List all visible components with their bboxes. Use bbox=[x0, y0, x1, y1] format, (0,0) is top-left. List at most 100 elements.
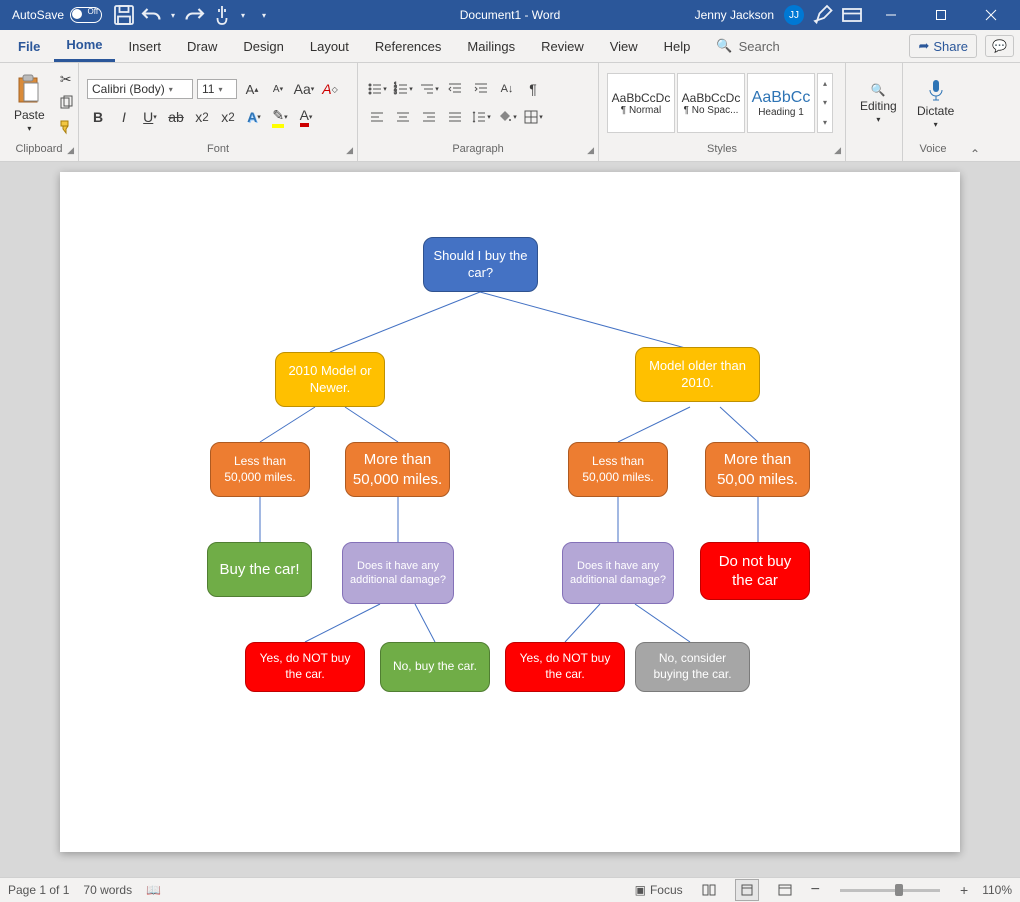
change-case-button[interactable]: Aa▾ bbox=[293, 78, 315, 100]
dictate-button[interactable]: Dictate▾ bbox=[911, 76, 960, 131]
node-dont-buy[interactable]: Do not buy the car bbox=[700, 542, 810, 600]
style-heading1[interactable]: AaBbCcHeading 1 bbox=[747, 73, 815, 133]
node-lt50k-a[interactable]: Less than 50,000 miles. bbox=[210, 442, 310, 497]
page[interactable]: Should I buy the car? 2010 Model or Newe… bbox=[60, 172, 960, 852]
status-bar: Page 1 of 1 70 words 📖 ▣Focus − + 110% bbox=[0, 877, 1020, 902]
style-normal[interactable]: AaBbCcDc¶ Normal bbox=[607, 73, 675, 133]
node-gt50k-a[interactable]: More than 50,000 miles. bbox=[345, 442, 450, 497]
node-2010-newer[interactable]: 2010 Model or Newer. bbox=[275, 352, 385, 407]
undo-icon[interactable] bbox=[140, 3, 164, 27]
borders-button[interactable]: ▾ bbox=[522, 106, 544, 128]
node-root[interactable]: Should I buy the car? bbox=[423, 237, 538, 292]
font-color-button[interactable]: A▾ bbox=[295, 106, 317, 128]
document-area[interactable]: Should I buy the car? 2010 Model or Newe… bbox=[0, 162, 1020, 877]
comment-icon: 💬 bbox=[992, 39, 1007, 53]
italic-button[interactable]: I bbox=[113, 106, 135, 128]
highlight-button[interactable]: ✎▾ bbox=[269, 106, 291, 128]
tab-view[interactable]: View bbox=[598, 30, 650, 62]
read-mode-button[interactable] bbox=[697, 879, 721, 901]
styles-more[interactable]: ▴▾▾ bbox=[817, 73, 833, 133]
bold-button[interactable]: B bbox=[87, 106, 109, 128]
decrease-indent-button[interactable] bbox=[444, 78, 466, 100]
node-no-consider[interactable]: No, consider buying the car. bbox=[635, 642, 750, 692]
tab-review[interactable]: Review bbox=[529, 30, 596, 62]
tab-file[interactable]: File bbox=[6, 30, 52, 62]
align-right-button[interactable] bbox=[418, 106, 440, 128]
shrink-font-button[interactable]: A▾ bbox=[267, 78, 289, 100]
zoom-out-button[interactable]: − bbox=[811, 881, 820, 899]
chevron-down-icon[interactable]: ▾ bbox=[238, 3, 248, 27]
dialog-launcher-icon[interactable]: ◢ bbox=[834, 145, 841, 156]
tab-references[interactable]: References bbox=[363, 30, 453, 62]
copy-button[interactable] bbox=[55, 92, 77, 114]
chevron-down-icon[interactable]: ▾ bbox=[168, 3, 178, 27]
redo-icon[interactable] bbox=[182, 3, 206, 27]
dialog-launcher-icon[interactable]: ◢ bbox=[587, 145, 594, 156]
cut-button[interactable]: ✂ bbox=[55, 68, 77, 90]
styles-gallery[interactable]: AaBbCcDc¶ Normal AaBbCcDc¶ No Spac... Aa… bbox=[607, 73, 833, 133]
minimize-button[interactable] bbox=[868, 0, 914, 30]
touch-mode-icon[interactable] bbox=[210, 3, 234, 27]
customize-qat-icon[interactable]: ▾ bbox=[252, 3, 276, 27]
maximize-button[interactable] bbox=[918, 0, 964, 30]
editing-button[interactable]: 🔍Editing▾ bbox=[854, 81, 903, 126]
node-gt50k-b[interactable]: More than 50,00 miles. bbox=[705, 442, 810, 497]
user-name[interactable]: Jenny Jackson bbox=[695, 8, 774, 22]
node-lt50k-b[interactable]: Less than 50,000 miles. bbox=[568, 442, 668, 497]
align-left-button[interactable] bbox=[366, 106, 388, 128]
node-damage-b[interactable]: Does it have any additional damage? bbox=[562, 542, 674, 604]
node-buy[interactable]: Buy the car! bbox=[207, 542, 312, 597]
comments-button[interactable]: 💬 bbox=[985, 35, 1014, 57]
multilevel-button[interactable]: ▾ bbox=[418, 78, 440, 100]
align-center-button[interactable] bbox=[392, 106, 414, 128]
dialog-launcher-icon[interactable]: ◢ bbox=[67, 145, 74, 156]
sort-button[interactable]: A↓ bbox=[496, 78, 518, 100]
node-yes-not-b[interactable]: Yes, do NOT buy the car. bbox=[505, 642, 625, 692]
tab-help[interactable]: Help bbox=[652, 30, 703, 62]
numbering-button[interactable]: 123▾ bbox=[392, 78, 414, 100]
tab-design[interactable]: Design bbox=[231, 30, 295, 62]
text-effects-button[interactable]: A▾ bbox=[243, 106, 265, 128]
line-spacing-button[interactable]: ▾ bbox=[470, 106, 492, 128]
paste-button[interactable]: Paste ▾ bbox=[8, 72, 51, 135]
tab-insert[interactable]: Insert bbox=[117, 30, 174, 62]
format-painter-button[interactable] bbox=[55, 116, 77, 138]
node-damage-a[interactable]: Does it have any additional damage? bbox=[342, 542, 454, 604]
subscript-button[interactable]: x2 bbox=[191, 106, 213, 128]
font-size-select[interactable]: 11▾ bbox=[197, 79, 237, 99]
node-no-buy-a[interactable]: No, buy the car. bbox=[380, 642, 490, 692]
web-layout-button[interactable] bbox=[773, 879, 797, 901]
justify-button[interactable] bbox=[444, 106, 466, 128]
shading-button[interactable]: ▾ bbox=[496, 106, 518, 128]
bullets-button[interactable]: ▾ bbox=[366, 78, 388, 100]
search-box[interactable]: 🔍Search bbox=[704, 30, 791, 62]
style-no-spacing[interactable]: AaBbCcDc¶ No Spac... bbox=[677, 73, 745, 133]
save-icon[interactable] bbox=[112, 3, 136, 27]
node-yes-not-a[interactable]: Yes, do NOT buy the car. bbox=[245, 642, 365, 692]
close-button[interactable] bbox=[968, 0, 1014, 30]
tab-draw[interactable]: Draw bbox=[175, 30, 229, 62]
underline-button[interactable]: U▾ bbox=[139, 106, 161, 128]
pen-icon[interactable] bbox=[812, 3, 836, 27]
zoom-in-button[interactable]: + bbox=[960, 882, 968, 898]
grow-font-button[interactable]: A▴ bbox=[241, 78, 263, 100]
zoom-slider[interactable] bbox=[840, 889, 940, 892]
tab-mailings[interactable]: Mailings bbox=[455, 30, 527, 62]
dialog-launcher-icon[interactable]: ◢ bbox=[346, 145, 353, 156]
autosave-toggle[interactable]: AutoSave Off bbox=[12, 7, 102, 23]
print-layout-button[interactable] bbox=[735, 879, 759, 901]
tab-layout[interactable]: Layout bbox=[298, 30, 361, 62]
clear-format-button[interactable]: A◇ bbox=[319, 78, 341, 100]
collapse-ribbon-button[interactable]: ⌃ bbox=[963, 63, 987, 165]
tab-home[interactable]: Home bbox=[54, 30, 114, 62]
ribbon-display-icon[interactable] bbox=[840, 3, 864, 27]
font-name-select[interactable]: Calibri (Body)▾ bbox=[87, 79, 193, 99]
user-avatar[interactable]: JJ bbox=[784, 5, 804, 25]
node-older-2010[interactable]: Model older than 2010. bbox=[635, 347, 760, 402]
superscript-button[interactable]: x2 bbox=[217, 106, 239, 128]
strike-button[interactable]: ab bbox=[165, 106, 187, 128]
increase-indent-button[interactable] bbox=[470, 78, 492, 100]
ribbon-tabs: File Home Insert Draw Design Layout Refe… bbox=[0, 30, 1020, 63]
share-button[interactable]: ➦Share bbox=[909, 34, 977, 58]
show-marks-button[interactable]: ¶ bbox=[522, 78, 544, 100]
